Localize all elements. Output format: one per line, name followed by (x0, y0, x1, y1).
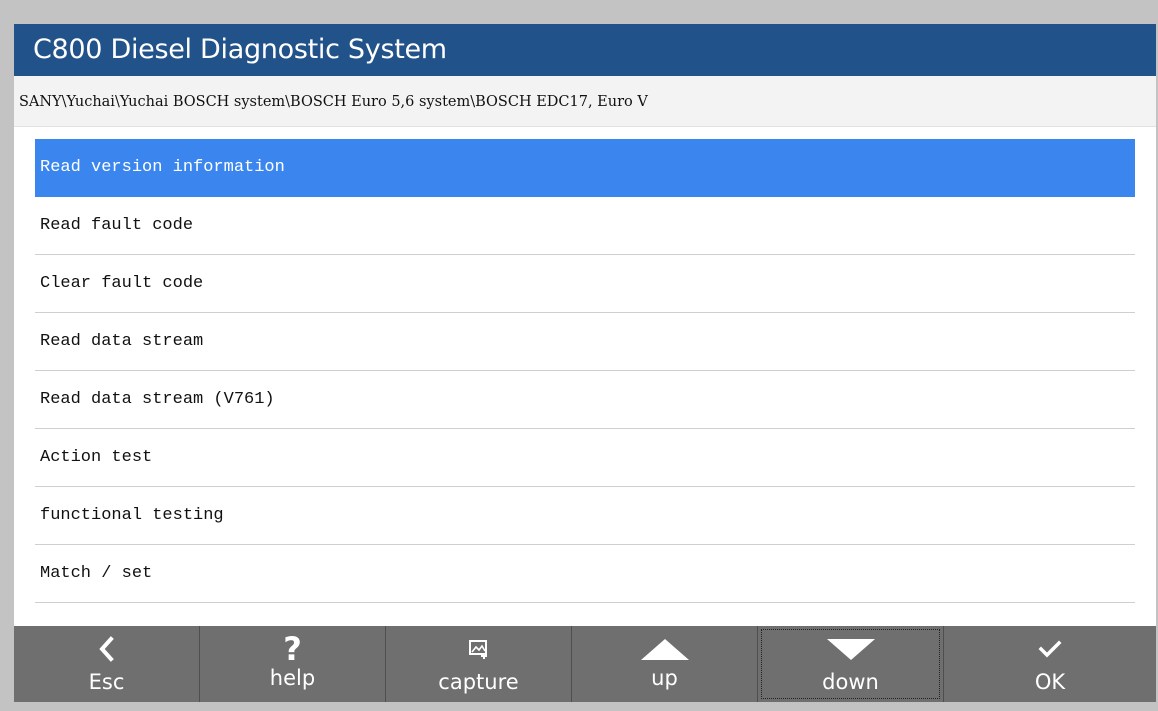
help-button[interactable]: ? help (200, 626, 386, 702)
menu-item-label: Action test (40, 448, 153, 467)
checkmark-icon (944, 634, 1156, 664)
title-bar: C800 Diesel Diagnostic System (14, 24, 1156, 76)
app-title: C800 Diesel Diagnostic System (33, 34, 447, 65)
chevron-left-icon (14, 634, 199, 664)
menu-item-match-set[interactable]: Match / set (35, 545, 1135, 603)
down-button-label: down (822, 670, 879, 694)
up-button-label: up (651, 666, 678, 690)
question-icon: ? (283, 630, 302, 668)
menu-item-label: Clear fault code (40, 274, 204, 293)
menu-item-label: Read fault code (40, 216, 194, 235)
capture-icon (386, 634, 571, 664)
down-button[interactable]: down (758, 626, 944, 702)
esc-button[interactable]: Esc (14, 626, 200, 702)
triangle-down-icon (758, 634, 943, 664)
ok-button[interactable]: OK (944, 626, 1156, 702)
triangle-up-icon (572, 634, 757, 664)
menu-item-functional-testing[interactable]: functional testing (35, 487, 1135, 545)
menu-item-read-fault-code[interactable]: Read fault code (35, 197, 1135, 255)
menu-item-read-version-information[interactable]: Read version information (35, 139, 1135, 197)
breadcrumb: SANY\Yuchai\Yuchai BOSCH system\BOSCH Eu… (14, 76, 1156, 127)
esc-button-label: Esc (88, 670, 125, 694)
capture-button[interactable]: capture (386, 626, 572, 702)
menu-item-label: Read data stream (V761) (40, 390, 275, 409)
menu-item-label: Read data stream (40, 332, 204, 351)
menu-item-label: functional testing (40, 506, 224, 525)
bottom-toolbar: Esc ? help capture up down OK (14, 626, 1156, 702)
capture-button-label: capture (438, 670, 519, 694)
breadcrumb-path: SANY\Yuchai\Yuchai BOSCH system\BOSCH Eu… (19, 94, 648, 110)
device-frame: C800 Diesel Diagnostic System SANY\Yucha… (0, 0, 1158, 711)
help-button-label: help (269, 666, 316, 690)
menu-item-action-test[interactable]: Action test (35, 429, 1135, 487)
menu-item-clear-fault-code[interactable]: Clear fault code (35, 255, 1135, 313)
menu-item-label: Match / set (40, 564, 153, 583)
screen: C800 Diesel Diagnostic System SANY\Yucha… (14, 24, 1156, 702)
menu-item-read-data-stream[interactable]: Read data stream (35, 313, 1135, 371)
function-menu-list: Read version information Read fault code… (35, 139, 1135, 603)
up-button[interactable]: up (572, 626, 758, 702)
menu-item-label: Read version information (40, 158, 285, 177)
menu-item-read-data-stream-v761[interactable]: Read data stream (V761) (35, 371, 1135, 429)
ok-button-label: OK (1034, 670, 1066, 694)
